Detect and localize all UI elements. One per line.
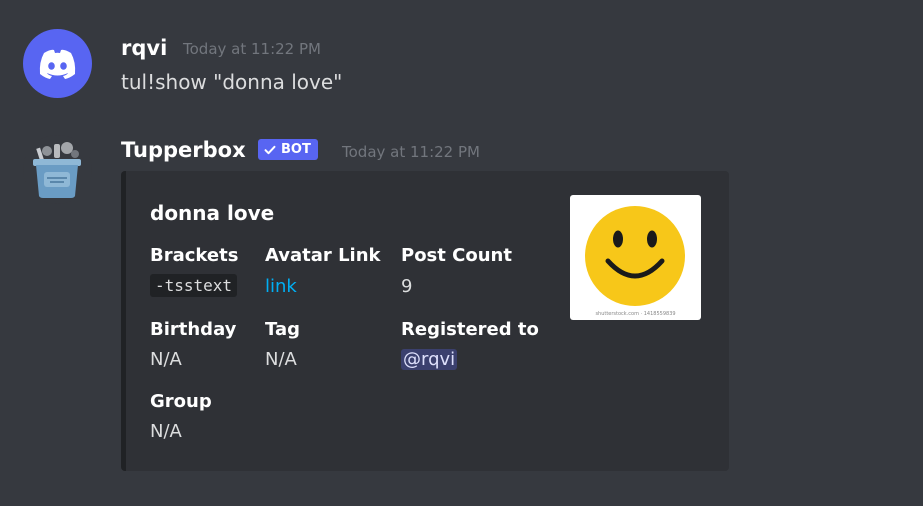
- embed-thumbnail[interactable]: shutterstock.com · 1418559839: [570, 195, 701, 320]
- smiley-face-icon: [585, 206, 685, 306]
- tupperbox-icon: [33, 142, 81, 198]
- message-content: tul!show "donna love": [121, 70, 343, 94]
- field-value-tag: N/A: [265, 349, 297, 370]
- bot-avatar[interactable]: [23, 135, 92, 204]
- message-timestamp: Today at 11:22 PM: [342, 143, 480, 161]
- message-timestamp: Today at 11:22 PM: [183, 40, 321, 58]
- thumbnail-caption: shutterstock.com · 1418559839: [595, 311, 676, 317]
- avatar-link[interactable]: link: [265, 276, 297, 297]
- user-avatar[interactable]: [23, 29, 92, 98]
- field-name-birthday: Birthday: [150, 319, 237, 340]
- field-name-avatar-link: Avatar Link: [265, 245, 381, 266]
- field-value-group: N/A: [150, 421, 182, 442]
- field-name-tag: Tag: [265, 319, 300, 340]
- field-value-post-count: 9: [401, 276, 413, 297]
- field-value-brackets: -tsstext: [150, 274, 238, 297]
- embed-title: donna love: [150, 201, 275, 225]
- profile-embed: donna love Brackets -tsstext Avatar Link…: [121, 171, 729, 471]
- field-name-group: Group: [150, 391, 212, 412]
- field-name-registered-to: Registered to: [401, 319, 539, 340]
- field-name-post-count: Post Count: [401, 245, 512, 266]
- field-value-birthday: N/A: [150, 349, 182, 370]
- bot-tag-label: BOT: [281, 142, 311, 157]
- inline-code: -tsstext: [150, 274, 238, 297]
- user-mention[interactable]: @rqvi: [401, 349, 458, 370]
- author-name[interactable]: Tupperbox: [121, 138, 246, 162]
- author-name[interactable]: rqvi: [121, 36, 167, 60]
- bot-tag: BOT: [258, 139, 318, 160]
- field-value-registered-to: @rqvi: [401, 349, 458, 370]
- verified-check-icon: [264, 145, 276, 154]
- discord-logo-icon: [39, 49, 76, 79]
- field-name-brackets: Brackets: [150, 245, 239, 266]
- field-value-avatar-link: link: [265, 276, 297, 297]
